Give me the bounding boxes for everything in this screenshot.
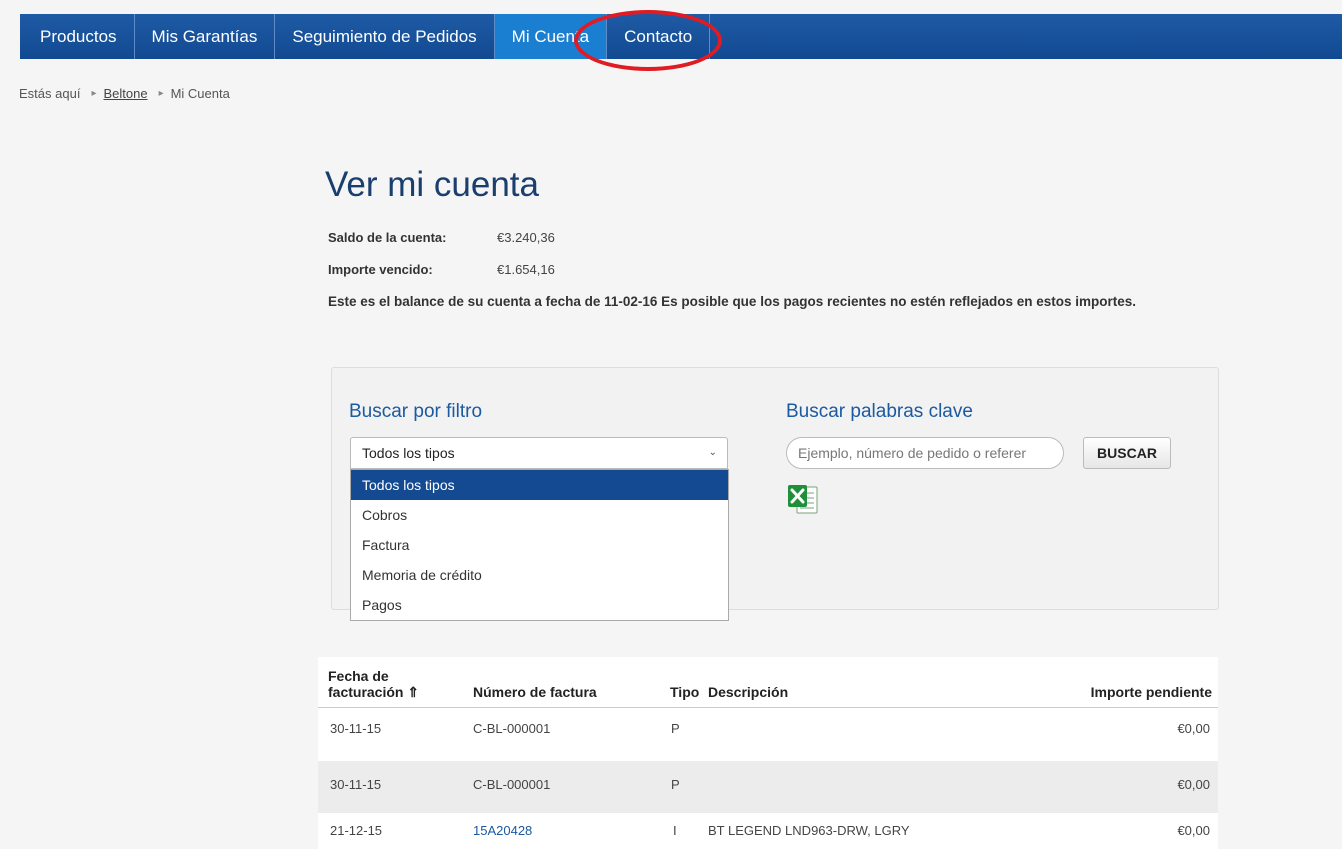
cell-type: P [671,721,680,736]
cell-amount: €0,00 [1177,777,1210,792]
overdue-label: Importe vencido: [328,262,433,277]
option-factura[interactable]: Factura [351,530,728,560]
select-selected-value: Todos los tipos [362,445,455,461]
cell-invoice: C-BL-000001 [473,777,551,792]
type-filter-dropdown: Todos los tipos Cobros Factura Memoria d… [350,469,729,621]
chevron-right-icon: ▸ [158,88,164,99]
nav-productos[interactable]: Productos [20,14,135,59]
page-title: Ver mi cuenta [325,165,539,204]
table-row: 21-12-15 15A20428 I BT LEGEND LND963-DRW… [318,813,1218,849]
overdue-value: €1.654,16 [497,262,555,277]
cell-date: 30-11-15 [330,777,382,792]
type-filter-select[interactable]: Todos los tipos ⌄ [350,437,728,469]
cell-description: BT LEGEND LND963-DRW, LGRY [708,823,910,838]
col-header-date[interactable]: Fecha de facturación ⇑ [328,668,419,700]
cell-amount: €0,00 [1177,823,1210,838]
balance-value: €3.240,36 [497,230,555,245]
chevron-right-icon: ▸ [91,88,97,99]
overdue-amount-row: Importe vencido: €1.654,16 [328,262,555,277]
balance-label: Saldo de la cuenta: [328,230,447,245]
option-memoria-de-credito[interactable]: Memoria de crédito [351,560,728,590]
cell-invoice: C-BL-000001 [473,721,551,736]
cell-invoice-link[interactable]: 15A20428 [473,823,532,838]
breadcrumb-prefix: Estás aquí [19,86,81,101]
cell-date: 21-12-15 [330,823,383,838]
table-header: Fecha de facturación ⇑ Número de factura… [318,657,1218,708]
account-balance-row: Saldo de la cuenta: €3.240,36 [328,230,555,245]
cell-type: P [671,777,680,792]
filter-heading: Buscar por filtro [349,401,483,422]
nav-seguimiento-pedidos[interactable]: Seguimiento de Pedidos [275,14,495,59]
option-pagos[interactable]: Pagos [351,590,728,620]
table-row: 30-11-15 C-BL-000001 P €0,00 [318,761,1218,813]
keyword-search-input[interactable] [786,437,1064,469]
cell-amount: €0,00 [1177,721,1210,736]
balance-note: Este es el balance de su cuenta a fecha … [328,294,1137,309]
invoice-table: Fecha de facturación ⇑ Número de factura… [318,657,1218,849]
top-navigation: Productos Mis Garantías Seguimiento de P… [20,14,1342,59]
nav-mis-garantias[interactable]: Mis Garantías [135,14,276,59]
breadcrumb-link-beltone[interactable]: Beltone [103,86,147,101]
cell-date: 30-11-15 [330,721,382,736]
option-cobros[interactable]: Cobros [351,500,728,530]
nav-mi-cuenta[interactable]: Mi Cuenta [494,14,608,59]
excel-icon[interactable] [786,483,820,517]
breadcrumb: Estás aquí ▸ Beltone ▸ Mi Cuenta [19,86,230,101]
col-header-description[interactable]: Descripción [708,684,788,700]
col-header-type[interactable]: Tipo [670,684,699,700]
chevron-down-icon: ⌄ [708,447,717,458]
col-header-amount[interactable]: Importe pendiente [1091,684,1212,700]
search-button[interactable]: BUSCAR [1083,437,1171,469]
keyword-search-heading: Buscar palabras clave [786,401,973,422]
col-header-invoice[interactable]: Número de factura [473,684,597,700]
nav-contacto[interactable]: Contacto [607,14,711,59]
option-todos-los-tipos[interactable]: Todos los tipos [351,470,728,500]
breadcrumb-current: Mi Cuenta [170,86,230,101]
cell-type: I [673,823,677,838]
table-row: 30-11-15 C-BL-000001 P €0,00 [318,709,1218,761]
